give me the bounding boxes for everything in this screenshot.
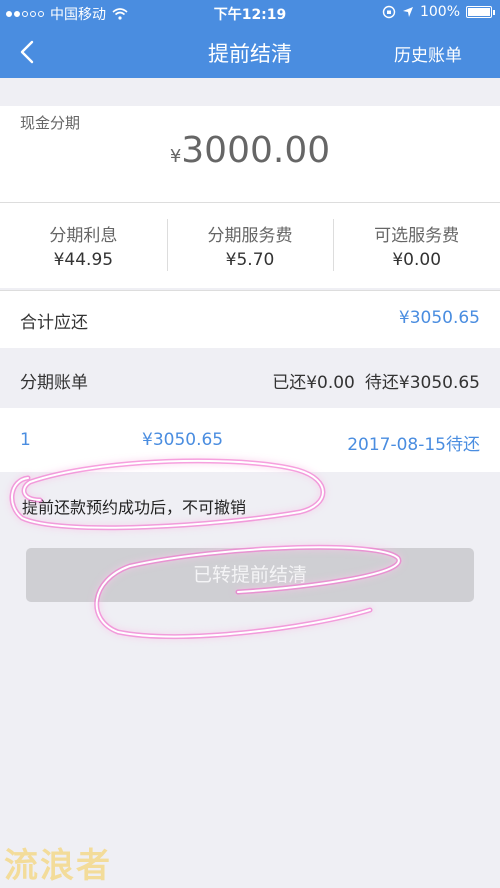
bill-amount: ¥3050.65 <box>142 430 224 450</box>
list-item[interactable]: 1 ¥3050.65 2017-08-15待还 <box>0 408 500 472</box>
battery-percent: 100% <box>419 4 460 20</box>
bill-paid: 已还¥0.00 <box>272 373 355 393</box>
total-value: ¥3050.65 <box>398 308 480 328</box>
status-bar: 中国移动 下午12:19 100% <box>0 0 500 26</box>
bill-summary: 已还¥0.00 待还¥3050.65 <box>272 368 480 393</box>
battery-icon <box>466 6 495 18</box>
nav-bar: 提前结清 历史账单 <box>0 26 500 78</box>
fee-value: ¥5.70 <box>225 250 275 270</box>
fee-value: ¥0.00 <box>392 250 442 270</box>
fee-service: 分期服务费 ¥5.70 <box>166 203 334 288</box>
watermark: 流浪者 <box>4 846 112 886</box>
bill-header: 分期账单 已还¥0.00 待还¥3050.65 <box>0 348 500 408</box>
amount-value: ¥3000.00 <box>0 130 500 171</box>
bill-pending: 待还¥3050.65 <box>364 373 480 393</box>
fee-interest: 分期利息 ¥44.95 <box>0 203 167 288</box>
fee-optional-service: 可选服务费 ¥0.00 <box>333 203 500 288</box>
total-label: 合计应还 <box>20 313 88 333</box>
fee-label: 分期利息 <box>49 226 118 246</box>
fee-value: ¥44.95 <box>53 250 114 270</box>
bill-label: 分期账单 <box>20 373 88 393</box>
fee-label: 可选服务费 <box>374 226 460 246</box>
fees-row: 分期利息 ¥44.95 分期服务费 ¥5.70 可选服务费 ¥0.00 <box>0 202 500 288</box>
bill-date-status: 2017-08-15待还 <box>347 435 480 455</box>
amount-card: 现金分期 ¥3000.00 <box>0 106 500 202</box>
early-settlement-button[interactable]: 已转提前结清 <box>26 548 474 602</box>
bill-index: 1 <box>20 430 31 450</box>
currency-symbol: ¥ <box>169 146 182 167</box>
history-bills-link[interactable]: 历史账单 <box>394 41 462 66</box>
fee-label: 分期服务费 <box>207 226 293 246</box>
status-right: 100% <box>382 4 495 20</box>
total-row: 合计应还 ¥3050.65 <box>0 290 500 348</box>
amount-number: 3000.00 <box>181 130 331 171</box>
location-arrow-icon <box>402 7 413 17</box>
notice-text: 提前还款预约成功后，不可撤销 <box>22 498 247 517</box>
orientation-lock-icon <box>382 5 396 19</box>
